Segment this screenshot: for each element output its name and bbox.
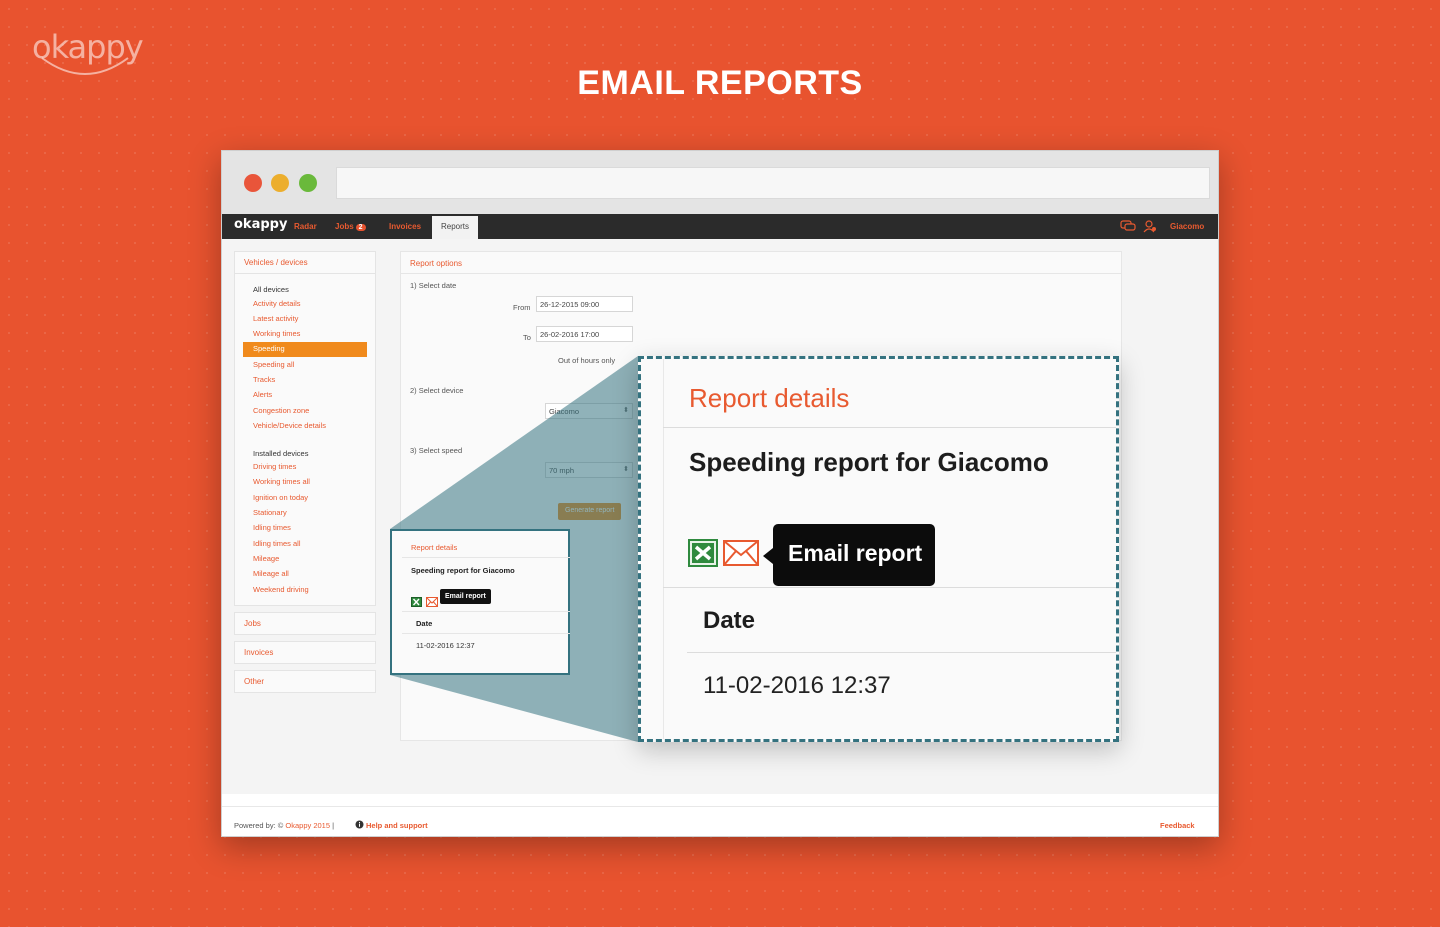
sidebar-item[interactable]: Mileage all xyxy=(235,567,375,582)
to-label: To xyxy=(523,333,531,342)
email-icon[interactable] xyxy=(426,597,439,607)
nav-jobs-label: Jobs xyxy=(335,222,354,231)
sidebar-header-invoices[interactable]: Invoices xyxy=(235,642,375,663)
sidebar-item[interactable]: Stationary xyxy=(235,506,375,521)
zoomed-report-details: Report details Speeding report for Giaco… xyxy=(638,356,1119,742)
feedback-link[interactable]: Feedback xyxy=(1160,821,1195,830)
sidebar-item[interactable]: Weekend driving xyxy=(235,582,375,597)
date-column-header: Date xyxy=(416,619,433,628)
report-export-icons xyxy=(411,594,439,612)
sidebar-item[interactable]: Ignition on today xyxy=(235,490,375,505)
sidebar: Vehicles / devices All devices Activity … xyxy=(234,251,376,699)
date-cell: 11-02-2016 12:37 xyxy=(416,641,475,650)
sidebar-group-jobs: Jobs xyxy=(234,612,376,636)
sidebar-item[interactable]: Speeding all xyxy=(235,357,375,372)
sidebar-item[interactable]: Working times all xyxy=(235,475,375,490)
excel-icon[interactable] xyxy=(411,597,422,607)
sidebar-item[interactable]: Alerts xyxy=(235,388,375,403)
info-icon xyxy=(355,820,364,829)
powered-by-brand-link[interactable]: Okappy 2015 xyxy=(285,821,330,830)
nav-reports[interactable]: Reports xyxy=(432,216,478,239)
sidebar-item-speeding-active[interactable]: Speeding xyxy=(243,341,367,358)
nav-user[interactable]: Giacomo xyxy=(1170,222,1204,231)
app-nav-bar: okappy Radar Jobs 2 Invoices Reports Giac… xyxy=(222,214,1218,239)
powered-by-text: Powered by: © Okappy 2015 | xyxy=(234,821,334,830)
select-date-label: 1) Select date xyxy=(410,281,457,290)
sidebar-group-vehicles: Vehicles / devices All devices Activity … xyxy=(234,251,376,607)
speed-select[interactable]: 70 mph ⬍ xyxy=(545,462,633,478)
sidebar-item[interactable]: Activity details xyxy=(235,296,375,311)
sidebar-item[interactable]: Working times xyxy=(235,327,375,342)
select-speed-label: 3) Select speed xyxy=(410,446,463,455)
app-logo[interactable]: okappy xyxy=(234,217,287,232)
report-details-panel: Report details Speeding report for Giaco… xyxy=(390,529,570,675)
nav-invoices[interactable]: Invoices xyxy=(389,222,421,231)
jobs-count-badge: 2 xyxy=(355,224,366,231)
report-details-title: Report details xyxy=(411,543,458,552)
device-select-value: Giacomo xyxy=(549,407,580,416)
from-date-input[interactable]: 26-12-2015 09:00 xyxy=(536,296,633,312)
sidebar-item[interactable]: Driving times xyxy=(235,460,375,475)
sidebar-header-vehicles[interactable]: Vehicles / devices xyxy=(235,252,375,274)
zoomed-email-report-tooltip: Email report xyxy=(773,524,935,586)
footer-separator: | xyxy=(330,821,335,830)
from-label: From xyxy=(513,303,531,312)
zoomed-report-details-title: Report details xyxy=(689,383,850,413)
excel-icon[interactable] xyxy=(688,539,718,567)
sidebar-item[interactable]: Idling times xyxy=(235,521,375,536)
help-and-support-link[interactable]: Help and support xyxy=(366,821,428,830)
sidebar-subheading-all-devices: All devices xyxy=(253,285,289,294)
zoomed-date-column-header: Date xyxy=(703,607,756,634)
report-options-title: Report options xyxy=(410,259,463,268)
sidebar-item[interactable]: Congestion zone xyxy=(235,403,375,418)
address-bar[interactable] xyxy=(336,167,1210,199)
select-arrows-icon: ⬍ xyxy=(623,466,629,473)
sidebar-header-jobs[interactable]: Jobs xyxy=(235,613,375,634)
hero-title: EMAIL REPORTS xyxy=(577,64,863,102)
zoomed-report-heading: Speeding report for Giacomo xyxy=(689,447,1049,477)
sidebar-header-other[interactable]: Other xyxy=(235,671,375,692)
sidebar-item[interactable]: Latest activity xyxy=(235,311,375,326)
to-date-input[interactable]: 26-02-2016 17:00 xyxy=(536,326,633,342)
sidebar-group-other: Other xyxy=(234,670,376,694)
generate-report-button[interactable]: Generate report xyxy=(558,503,622,520)
select-arrows-icon: ⬍ xyxy=(623,407,629,414)
zoomed-date-cell: 11-02-2016 12:37 xyxy=(703,672,891,699)
user-alert-icon[interactable] xyxy=(1143,220,1157,233)
tooltip-arrow xyxy=(763,548,773,564)
sidebar-subheading-installed: Installed devices xyxy=(253,448,309,458)
sidebar-item[interactable]: Mileage xyxy=(235,551,375,566)
out-of-hours-label: Out of hours only xyxy=(558,356,616,365)
device-select[interactable]: Giacomo ⬍ xyxy=(545,403,633,419)
report-heading: Speeding report for Giacomo xyxy=(411,566,515,575)
sidebar-item[interactable]: Vehicle/Device details xyxy=(235,418,375,433)
window-minimize-dot[interactable] xyxy=(271,174,289,192)
sidebar-item[interactable]: Tracks xyxy=(235,372,375,387)
nav-jobs[interactable]: Jobs 2 xyxy=(335,222,366,231)
sidebar-group-invoices: Invoices xyxy=(234,641,376,665)
browser-window: okappy Radar Jobs 2 Invoices Reports Giac… xyxy=(221,150,1219,837)
powered-by-label: Powered by: © xyxy=(234,821,286,830)
email-report-tooltip: Email report xyxy=(440,589,491,604)
email-icon[interactable] xyxy=(723,540,759,566)
window-maximize-dot[interactable] xyxy=(299,174,317,192)
sidebar-item[interactable]: Idling times all xyxy=(235,536,375,551)
chat-icon[interactable] xyxy=(1120,220,1136,233)
window-close-dot[interactable] xyxy=(244,174,262,192)
browser-chrome xyxy=(222,151,1218,214)
app-footer: Powered by: © Okappy 2015 | Help and sup… xyxy=(222,806,1218,836)
select-device-label: 2) Select device xyxy=(410,386,464,395)
speed-select-value: 70 mph xyxy=(549,466,575,475)
nav-radar[interactable]: Radar xyxy=(294,222,317,231)
sidebar-list: All devices Activity details Latest acti… xyxy=(235,274,375,605)
